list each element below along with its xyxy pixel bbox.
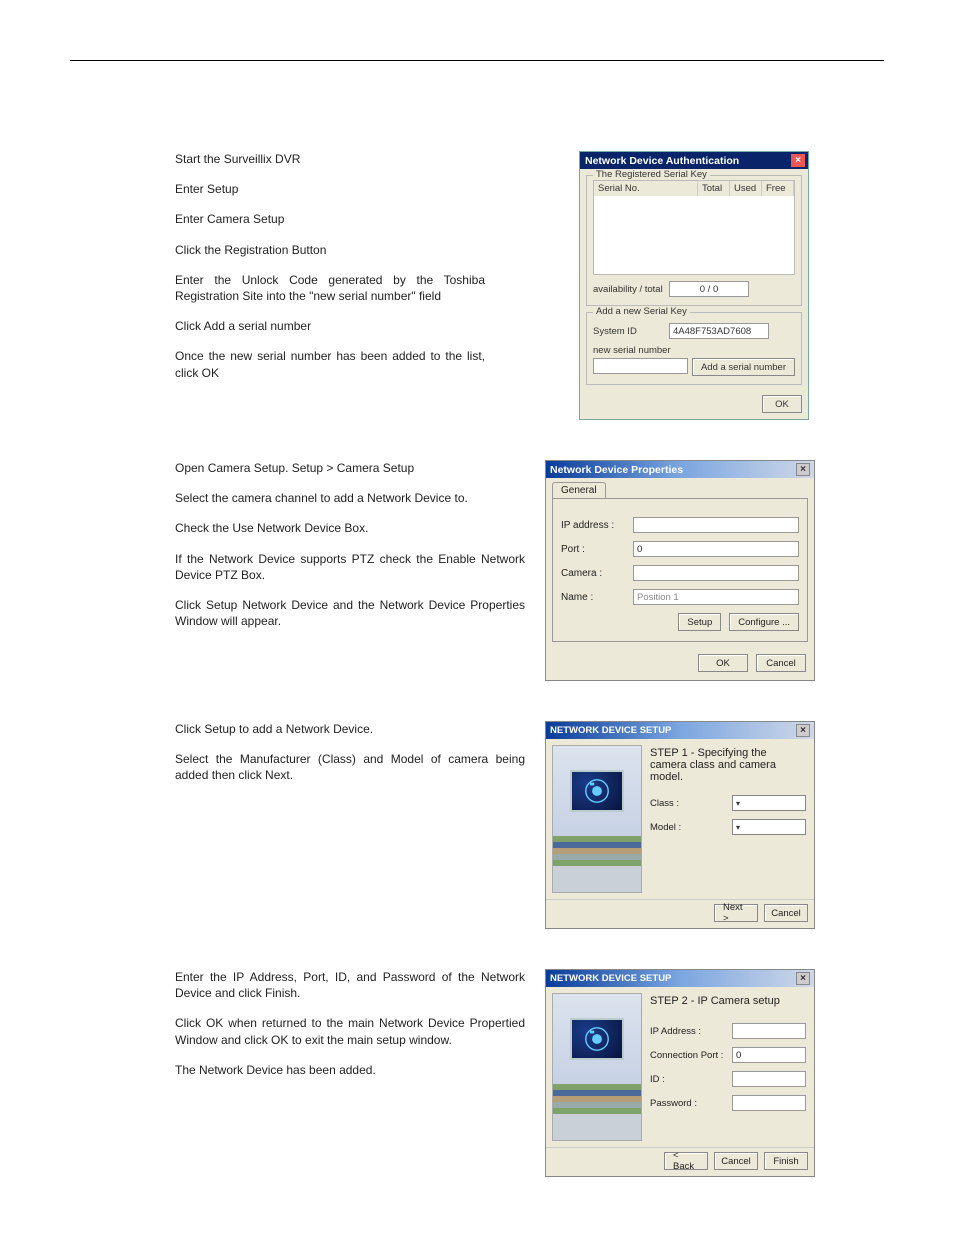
wizard-titlebar: NETWORK DEVICE SETUP ×: [546, 970, 814, 987]
instructions-block-3: Click Setup to add a Network Device. Sel…: [175, 721, 525, 798]
properties-body: IP address : Port : 0 Camera : Name : Po…: [552, 498, 808, 642]
name-label: Name :: [561, 592, 625, 603]
port-input[interactable]: 0: [633, 541, 799, 557]
table-header: Serial No. Total Used Free: [594, 181, 794, 196]
col-serial: Serial No.: [594, 181, 698, 196]
system-id-label: System ID: [593, 326, 663, 337]
wizard-step-heading: STEP 1 - Specifying the camera class and…: [650, 747, 806, 783]
setup-button[interactable]: Setup: [678, 613, 721, 631]
name-input[interactable]: Position 1: [633, 589, 799, 605]
wizard-step1-dialog: NETWORK DEVICE SETUP ×: [545, 721, 815, 929]
col-total: Total: [698, 181, 730, 196]
ok-button[interactable]: OK: [762, 395, 802, 413]
fieldset-legend: The Registered Serial Key: [593, 169, 710, 180]
instr-text: The Network Device has been added.: [175, 1062, 525, 1078]
instr-text: Click OK when returned to the main Netwo…: [175, 1015, 525, 1047]
id-input[interactable]: [732, 1071, 806, 1087]
port-input[interactable]: 0: [732, 1047, 806, 1063]
camera-icon: [582, 777, 612, 805]
page-top-rule: [70, 60, 884, 61]
configure-button[interactable]: Configure ...: [729, 613, 799, 631]
wizard-sidebar-image: [552, 993, 642, 1141]
close-icon[interactable]: ×: [796, 724, 810, 737]
registered-key-fieldset: The Registered Serial Key Serial No. Tot…: [586, 175, 802, 306]
camera-label: Camera :: [561, 568, 625, 579]
instr-text: Enter the Unlock Code generated by the T…: [175, 272, 485, 304]
instr-text: If the Network Device supports PTZ check…: [175, 551, 525, 583]
class-select[interactable]: [732, 795, 806, 811]
ip-input[interactable]: [633, 517, 799, 533]
auth-dialog-titlebar: Network Device Authentication ×: [580, 152, 808, 169]
instr-text: Enter Camera Setup: [175, 211, 485, 227]
instr-text: Click the Registration Button: [175, 242, 485, 258]
availability-row: availability / total 0 / 0: [593, 281, 795, 297]
instr-text: Click Setup Network Device and the Netwo…: [175, 597, 525, 629]
serial-table: Serial No. Total Used Free: [593, 180, 795, 275]
close-icon[interactable]: ×: [796, 463, 810, 476]
camera-icon: [582, 1025, 612, 1053]
wizard-title: NETWORK DEVICE SETUP: [550, 725, 671, 736]
instructions-block-1: Start the Surveillix DVR Enter Setup Ent…: [175, 151, 485, 395]
wizard-sidebar-image: [552, 745, 642, 893]
new-serial-input[interactable]: [593, 358, 688, 374]
finish-button[interactable]: Finish: [764, 1152, 808, 1170]
close-icon[interactable]: ×: [791, 154, 805, 167]
back-button[interactable]: < Back: [664, 1152, 708, 1170]
instr-text: Enter the IP Address, Port, ID, and Pass…: [175, 969, 525, 1001]
availability-label: availability / total: [593, 284, 663, 295]
ip-input[interactable]: [732, 1023, 806, 1039]
ip-label: IP address :: [561, 520, 625, 531]
wizard-titlebar: NETWORK DEVICE SETUP ×: [546, 722, 814, 739]
col-free: Free: [762, 181, 794, 196]
new-serial-label: new serial number: [593, 345, 795, 356]
auth-dialog-title: Network Device Authentication: [585, 155, 739, 167]
properties-dialog: Network Device Properties × General IP a…: [545, 460, 815, 681]
cancel-button[interactable]: Cancel: [764, 904, 808, 922]
wizard-title: NETWORK DEVICE SETUP: [550, 973, 671, 984]
ok-button[interactable]: OK: [698, 654, 748, 672]
properties-title: Network Device Properties: [550, 464, 683, 476]
instr-text: Select the camera channel to add a Netwo…: [175, 490, 525, 506]
id-label: ID :: [650, 1074, 726, 1085]
model-label: Model :: [650, 822, 726, 833]
fieldset-legend: Add a new Serial Key: [593, 306, 690, 317]
instr-text: Enter Setup: [175, 181, 485, 197]
wizard-step-heading: STEP 2 - IP Camera setup: [650, 995, 806, 1007]
ip-label: IP Address :: [650, 1026, 726, 1037]
password-label: Password :: [650, 1098, 726, 1109]
tab-general[interactable]: General: [552, 482, 606, 498]
wizard-step2-dialog: NETWORK DEVICE SETUP ×: [545, 969, 815, 1177]
instr-text: Select the Manufacturer (Class) and Mode…: [175, 751, 525, 783]
col-used: Used: [730, 181, 762, 196]
system-id-value: 4A48F753AD7608: [669, 323, 769, 339]
class-label: Class :: [650, 798, 726, 809]
next-button[interactable]: Next >: [714, 904, 758, 922]
port-label: Port :: [561, 544, 625, 555]
properties-titlebar: Network Device Properties ×: [546, 461, 814, 478]
cancel-button[interactable]: Cancel: [756, 654, 806, 672]
availability-value: 0 / 0: [669, 281, 749, 297]
close-icon[interactable]: ×: [796, 972, 810, 985]
auth-dialog: Network Device Authentication × The Regi…: [579, 151, 809, 420]
instructions-block-4: Enter the IP Address, Port, ID, and Pass…: [175, 969, 525, 1092]
instr-text: Once the new serial number has been adde…: [175, 348, 485, 380]
add-serial-fieldset: Add a new Serial Key System ID 4A48F753A…: [586, 312, 802, 385]
table-body-empty: [594, 196, 794, 274]
instr-text: Check the Use Network Device Box.: [175, 520, 525, 536]
cancel-button[interactable]: Cancel: [714, 1152, 758, 1170]
add-serial-button[interactable]: Add a serial number: [692, 358, 795, 376]
instr-text: Open Camera Setup. Setup > Camera Setup: [175, 460, 525, 476]
camera-input[interactable]: [633, 565, 799, 581]
password-input[interactable]: [732, 1095, 806, 1111]
instr-text: Start the Surveillix DVR: [175, 151, 485, 167]
port-label: Connection Port :: [650, 1050, 726, 1061]
instr-text: Click Setup to add a Network Device.: [175, 721, 525, 737]
model-select[interactable]: [732, 819, 806, 835]
instr-text: Click Add a serial number: [175, 318, 485, 334]
instructions-block-2: Open Camera Setup. Setup > Camera Setup …: [175, 460, 525, 643]
